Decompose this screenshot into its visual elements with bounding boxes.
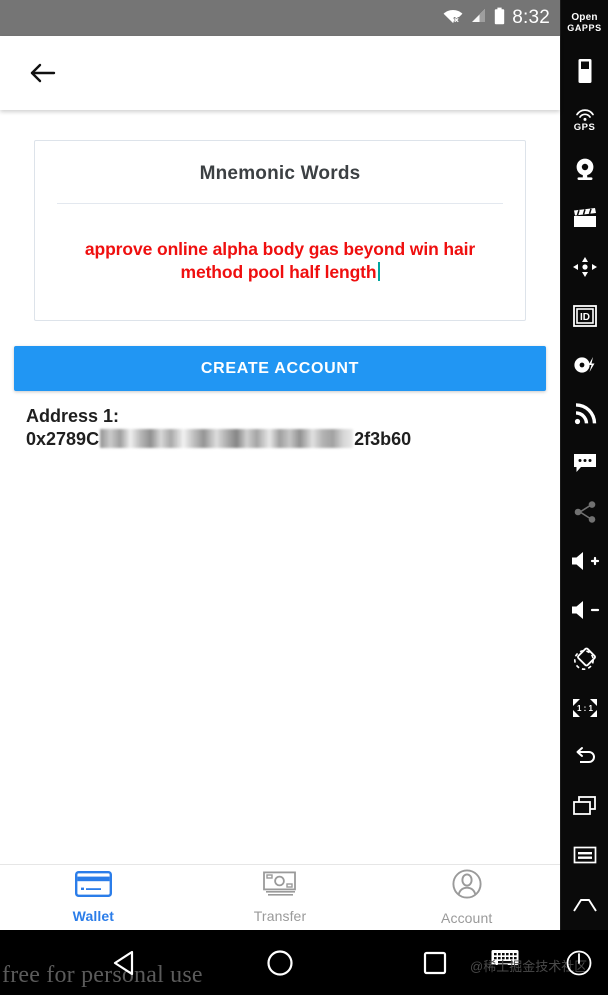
nav-item-transfer[interactable]: Transfer <box>187 865 374 930</box>
mnemonic-card-title: Mnemonic Words <box>199 163 361 184</box>
address-redacted-blur <box>100 429 354 449</box>
battery-icon[interactable] <box>561 46 608 95</box>
gps-icon[interactable]: GPS <box>561 95 608 144</box>
nav-item-wallet[interactable]: Wallet <box>0 865 187 930</box>
status-bar: 8:32 <box>0 0 560 36</box>
address-value[interactable]: 0x2789C 2f3b60 <box>26 428 534 451</box>
one-to-one-zoom-icon[interactable]: 1 : 1 <box>561 683 608 732</box>
id-badge-icon[interactable]: ID <box>561 291 608 340</box>
open-gapps-logo: Open GAPPS <box>561 0 608 46</box>
battery-icon <box>494 7 505 30</box>
back-arrow-icon[interactable] <box>22 53 62 93</box>
nav-label-account: Account <box>441 910 493 926</box>
nav-item-account[interactable]: Account <box>373 865 560 930</box>
back-icon[interactable] <box>561 732 608 781</box>
main-content: Mnemonic Words approve online alpha body… <box>0 110 560 864</box>
gps-label: GPS <box>573 121 596 133</box>
banknote-icon <box>262 871 299 902</box>
card-divider <box>57 203 503 204</box>
person-circle-icon <box>452 869 482 904</box>
clapperboard-icon[interactable] <box>561 193 608 242</box>
address-label: Address 1: <box>26 406 120 427</box>
dpad-icon[interactable] <box>561 242 608 291</box>
sms-bubble-icon[interactable] <box>561 438 608 487</box>
emulator-window: 8:32 Mnemonic Words approve online alpha… <box>0 0 608 995</box>
mnemonic-words-text: approve online alpha body gas beyond win… <box>84 239 476 283</box>
system-navigation-bar: free for personal use @稀土掘金技术社区 <box>0 930 608 995</box>
wifi-off-icon <box>443 8 463 29</box>
share-icon[interactable] <box>561 487 608 536</box>
text-caret <box>377 262 380 282</box>
status-bar-clock: 8:32 <box>512 7 550 28</box>
app-bar <box>0 36 560 110</box>
mnemonic-card: Mnemonic Words approve online alpha body… <box>34 140 526 322</box>
square-recents-icon[interactable] <box>405 930 465 995</box>
nav-label-wallet: Wallet <box>72 908 114 924</box>
open-gapps-line1: Open <box>571 12 598 24</box>
address-suffix: 2f3b60 <box>354 428 412 449</box>
phone-screen: 8:32 Mnemonic Words approve online alpha… <box>0 0 560 930</box>
nav-label-transfer: Transfer <box>253 908 307 924</box>
open-gapps-line2: GAPPS <box>567 22 602 33</box>
menu-icon[interactable] <box>561 830 608 879</box>
rotate-icon[interactable] <box>561 634 608 683</box>
mnemonic-words-field[interactable]: approve online alpha body gas beyond win… <box>57 238 503 290</box>
credit-card-icon <box>74 871 112 902</box>
power-disc-icon[interactable] <box>561 340 608 389</box>
address-prefix: 0x2789C <box>26 428 100 449</box>
signal-waves-icon[interactable] <box>561 389 608 438</box>
webcam-icon[interactable] <box>561 144 608 193</box>
svg-text:ID: ID <box>580 312 590 323</box>
address-block: Address 1: 0x2789C 2f3b60 <box>14 391 546 450</box>
create-account-button[interactable]: CREATE ACCOUNT <box>14 346 546 392</box>
cellular-signal-icon <box>470 8 487 29</box>
volume-up-icon[interactable] <box>561 536 608 585</box>
recents-icon[interactable] <box>561 781 608 830</box>
svg-text:1 : 1: 1 : 1 <box>576 704 593 713</box>
circle-home-icon[interactable] <box>250 930 310 995</box>
keyboard-icon[interactable] <box>485 938 525 978</box>
emulator-sidebar: Open GAPPS GPS ID 1: 1 <box>560 0 608 930</box>
triangle-back-icon[interactable] <box>95 930 155 995</box>
bottom-navigation-bar: Wallet Transfer Account <box>0 864 560 930</box>
volume-down-icon[interactable] <box>561 585 608 634</box>
power-icon[interactable] <box>556 930 602 995</box>
home-icon[interactable] <box>561 879 608 928</box>
